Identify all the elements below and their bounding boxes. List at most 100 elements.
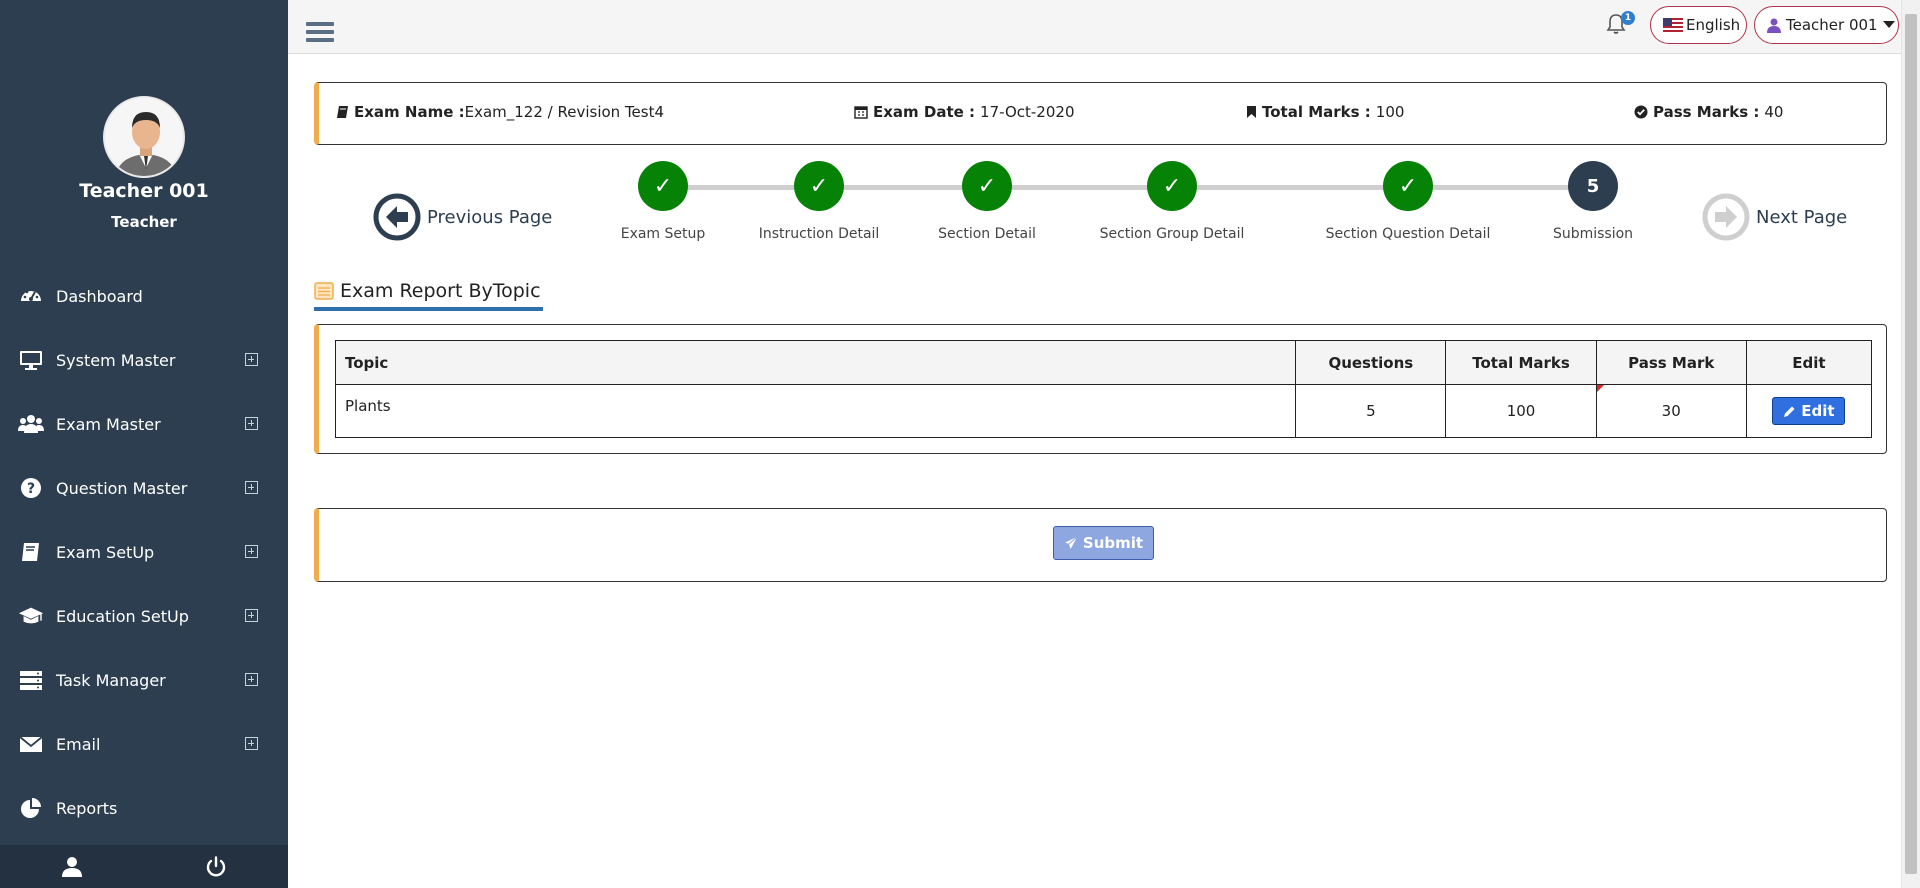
graduation-cap-icon xyxy=(18,603,44,629)
step-section-question-detail[interactable]: ✓ xyxy=(1383,161,1433,211)
caret-down-icon xyxy=(1882,21,1895,28)
user-icon xyxy=(1767,18,1781,33)
expand-plus-icon[interactable] xyxy=(245,737,258,750)
sidebar: Teacher 001 Teacher Dashboard System Mas… xyxy=(0,0,288,888)
expand-plus-icon[interactable] xyxy=(245,417,258,430)
hamburger-line xyxy=(306,30,334,34)
calendar-icon xyxy=(854,106,868,119)
step-label: Section Detail xyxy=(938,226,1036,242)
hamburger-menu-button[interactable] xyxy=(306,22,334,46)
total-marks-label: Total Marks : xyxy=(1262,103,1371,121)
scrollbar-thumb[interactable] xyxy=(1905,14,1917,874)
expand-plus-icon[interactable] xyxy=(245,481,258,494)
sidebar-item-exam-setup[interactable]: Exam SetUp xyxy=(0,520,288,584)
bookmark-icon xyxy=(1247,106,1256,118)
hamburger-line xyxy=(306,22,334,26)
sidebar-item-label: Question Master xyxy=(56,478,188,498)
sidebar-item-education-setup[interactable]: Education SetUp xyxy=(0,584,288,648)
user-label: Teacher 001 xyxy=(1786,16,1878,34)
sidebar-item-label: Dashboard xyxy=(56,286,143,306)
step-label: Submission xyxy=(1552,226,1634,242)
step-label: Exam Setup xyxy=(620,226,706,242)
heading-underline xyxy=(314,307,543,311)
step-exam-setup[interactable]: ✓ xyxy=(638,161,688,211)
step-mark: ✓ xyxy=(653,173,673,199)
table-row: Plants 5 100 30 Edit xyxy=(334,384,1873,438)
next-page-label: Next Page xyxy=(1756,206,1848,228)
sidebar-item-dashboard[interactable]: Dashboard xyxy=(0,264,288,328)
us-flag-icon xyxy=(1663,18,1683,32)
sidebar-item-reports[interactable]: Reports xyxy=(0,776,288,840)
expand-plus-icon[interactable] xyxy=(245,673,258,686)
edit-button[interactable]: Edit xyxy=(1772,397,1846,425)
paper-plane-icon xyxy=(1064,536,1078,549)
step-instruction-detail[interactable]: ✓ xyxy=(794,161,844,211)
users-icon xyxy=(18,411,44,437)
pass-marks-value: 40 xyxy=(1764,103,1784,121)
next-page-button[interactable]: Next Page xyxy=(1702,193,1847,241)
exam-name-value: Exam_122 / Revision Test4 xyxy=(464,103,665,121)
sidebar-item-system-master[interactable]: System Master xyxy=(0,328,288,392)
expand-plus-icon[interactable] xyxy=(245,545,258,558)
profile-role: Teacher xyxy=(111,213,177,231)
sidebar-item-exam-master[interactable]: Exam Master xyxy=(0,392,288,456)
arrow-left-circle-icon xyxy=(373,193,421,241)
step-section-detail[interactable]: ✓ xyxy=(962,161,1012,211)
edit-cell: Edit xyxy=(1745,384,1873,438)
expand-plus-icon[interactable] xyxy=(245,609,258,622)
sidebar-item-email[interactable]: Email xyxy=(0,712,288,776)
avatar xyxy=(103,96,185,178)
envelope-icon xyxy=(18,731,44,757)
sidebar-menu: Dashboard System Master Exam Master ? Qu… xyxy=(0,264,288,840)
profile-name: Teacher 001 xyxy=(79,180,209,202)
pie-chart-icon xyxy=(18,795,44,821)
step-label: Section Group Detail xyxy=(1099,226,1245,242)
sidebar-item-label: Education SetUp xyxy=(56,606,189,626)
page-title: Exam Report ByTopic xyxy=(340,280,541,302)
previous-page-button[interactable]: Previous Page xyxy=(373,193,552,241)
report-table-container: Topic Questions Total Marks Pass Mark Ed… xyxy=(314,324,1887,454)
submit-button-label: Submit xyxy=(1082,534,1144,552)
step-mark: ✓ xyxy=(1398,173,1418,199)
step-submission[interactable]: 5 xyxy=(1568,161,1618,211)
user-icon xyxy=(62,856,82,877)
topbar: 1 English Teacher 001 xyxy=(288,0,1901,54)
column-header-total-marks: Total Marks xyxy=(1445,340,1597,385)
exam-date-label: Exam Date : xyxy=(873,103,976,121)
step-label: Section Question Detail xyxy=(1325,226,1491,242)
sidebar-item-label: Task Manager xyxy=(56,670,166,690)
table-header-row: Topic Questions Total Marks Pass Mark Ed… xyxy=(334,340,1873,385)
sidebar-item-task-manager[interactable]: Task Manager xyxy=(0,648,288,712)
exam-name-label: Exam Name : xyxy=(354,103,465,121)
step-section-group-detail[interactable]: ✓ xyxy=(1147,161,1197,211)
logout-button[interactable] xyxy=(144,845,288,888)
notification-badge: 1 xyxy=(1621,11,1635,25)
exam-date-info: Exam Date : 17-Oct-2020 xyxy=(854,103,1075,121)
step-mark: ✓ xyxy=(1162,173,1182,199)
pass-mark-cell[interactable]: 30 xyxy=(1595,384,1747,438)
report-table: Topic Questions Total Marks Pass Mark Ed… xyxy=(334,340,1873,438)
book-icon xyxy=(18,539,44,565)
expand-plus-icon[interactable] xyxy=(245,353,258,366)
sidebar-item-label: Exam SetUp xyxy=(56,542,155,562)
page-scrollbar[interactable] xyxy=(1901,0,1920,888)
list-alt-icon xyxy=(314,282,334,300)
user-dropdown[interactable]: Teacher 001 xyxy=(1754,6,1899,44)
exam-date-value: 17-Oct-2020 xyxy=(980,103,1075,121)
submit-button[interactable]: Submit xyxy=(1053,526,1154,560)
pass-marks-info: Pass Marks : 40 xyxy=(1634,103,1783,121)
column-header-edit: Edit xyxy=(1745,340,1873,385)
profile-button[interactable] xyxy=(0,845,144,888)
step-mark: ✓ xyxy=(809,173,829,199)
edit-button-label: Edit xyxy=(1801,402,1835,420)
sidebar-item-label: Email xyxy=(56,734,101,754)
step-mark: ✓ xyxy=(977,173,997,199)
teacher-avatar-icon xyxy=(105,98,183,176)
step-label: Instruction Detail xyxy=(758,226,880,242)
exam-info-bar: Exam Name : Exam_122 / Revision Test4 Ex… xyxy=(314,82,1887,145)
sidebar-item-label: System Master xyxy=(56,350,176,370)
sidebar-item-question-master[interactable]: ? Question Master xyxy=(0,456,288,520)
sidebar-item-label: Exam Master xyxy=(56,414,161,434)
language-dropdown[interactable]: English xyxy=(1650,6,1747,44)
total-marks-cell: 100 xyxy=(1445,384,1597,438)
